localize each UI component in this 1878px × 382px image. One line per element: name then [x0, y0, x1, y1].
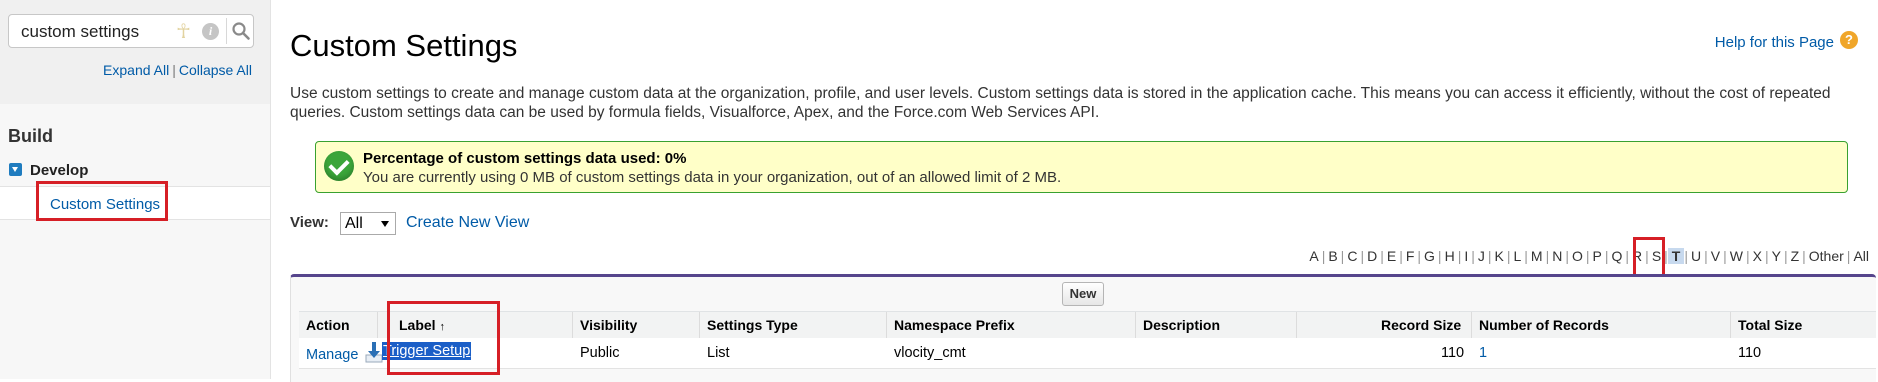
- alphabet-filter-w[interactable]: W: [1727, 248, 1746, 264]
- alphabet-filter-k[interactable]: K: [1492, 248, 1507, 264]
- quick-find-input[interactable]: [19, 20, 173, 44]
- trigger-setup-label[interactable]: Trigger Setup: [382, 342, 472, 360]
- quick-find-box: ☥ i: [8, 14, 254, 48]
- alphabet-filter-g[interactable]: G: [1421, 248, 1438, 264]
- alphabet-filter-other[interactable]: Other: [1806, 248, 1847, 264]
- dropdown-arrow-icon: [381, 221, 389, 227]
- total-size-cell: 110: [1738, 345, 1762, 361]
- column-divider: [1296, 312, 1297, 338]
- pin-icon[interactable]: ☥: [176, 19, 191, 44]
- view-select-value: All: [345, 215, 363, 232]
- help-icon[interactable]: ?: [1840, 31, 1858, 49]
- alphabet-filter-b[interactable]: B: [1325, 248, 1340, 264]
- view-label: View:: [290, 214, 329, 231]
- sidebar-item-custom-settings[interactable]: Custom Settings: [0, 186, 270, 220]
- develop-label: Develop: [30, 162, 89, 179]
- col-header-num-records[interactable]: Number of Records: [1479, 317, 1609, 333]
- alphabet-filter-c[interactable]: C: [1344, 248, 1360, 264]
- col-header-namespace[interactable]: Namespace Prefix: [894, 317, 1015, 333]
- usage-title: Percentage of custom settings data used:…: [363, 150, 687, 167]
- usage-message: Percentage of custom settings data used:…: [315, 141, 1848, 193]
- alphabet-filter-d[interactable]: D: [1364, 248, 1380, 264]
- col-header-record-size[interactable]: Record Size: [1381, 317, 1461, 333]
- alphabet-separator: |: [1585, 248, 1590, 264]
- alphabet-separator: |: [1487, 248, 1492, 264]
- col-header-settings-type[interactable]: Settings Type: [707, 317, 798, 333]
- alphabet-filter-m[interactable]: M: [1528, 248, 1546, 264]
- namespace-cell: vlocity_cmt: [894, 345, 966, 361]
- col-header-description[interactable]: Description: [1143, 317, 1220, 333]
- record-size-cell: 110: [1441, 345, 1465, 361]
- column-divider: [886, 312, 887, 338]
- alphabet-filter-t[interactable]: T: [1667, 248, 1685, 264]
- alphabet-filter-n[interactable]: N: [1549, 248, 1565, 264]
- collapse-toggle-icon[interactable]: [9, 163, 22, 176]
- label-header-text: Label: [399, 317, 436, 333]
- visibility-cell: Public: [580, 345, 620, 361]
- new-button[interactable]: New: [1062, 282, 1104, 306]
- label-cell[interactable]: Trigger Setup: [382, 342, 472, 360]
- manage-link[interactable]: Manage: [306, 347, 358, 363]
- develop-node[interactable]: Develop: [9, 162, 88, 179]
- alphabet-filter-s[interactable]: S: [1649, 248, 1664, 264]
- table-row: Manage Trigger Setup Public List vlocity…: [299, 338, 1876, 369]
- alphabet-filter-v[interactable]: V: [1708, 248, 1723, 264]
- help-link[interactable]: Help for this Page: [1715, 34, 1834, 51]
- col-header-visibility[interactable]: Visibility: [580, 317, 637, 333]
- create-new-view-link[interactable]: Create New View: [406, 214, 529, 232]
- alphabet-separator: |: [1604, 248, 1609, 264]
- col-header-label[interactable]: Label ↑: [399, 317, 445, 333]
- custom-settings-list: New Action Label ↑ Visibility Settings T…: [290, 274, 1876, 382]
- column-divider: [377, 312, 378, 338]
- column-divider: [699, 312, 700, 338]
- search-divider: [226, 18, 227, 44]
- page-title: Custom Settings: [290, 28, 518, 63]
- alphabet-filter: A | B | C | D | E | F | G | H | I | J | K | L | M | N | O | P | Q | R | S | T |…: [1306, 248, 1872, 264]
- alphabet-filter-u[interactable]: U: [1688, 248, 1704, 264]
- alphabet-filter-p[interactable]: P: [1590, 248, 1605, 264]
- search-icon[interactable]: [231, 21, 251, 41]
- alphabet-filter-q[interactable]: Q: [1609, 248, 1626, 264]
- collapse-all-link[interactable]: Collapse All: [179, 62, 252, 78]
- alphabet-filter-f[interactable]: F: [1403, 248, 1418, 264]
- col-header-action: Action: [306, 317, 350, 333]
- sort-asc-icon: ↑: [439, 321, 445, 333]
- page-description: Use custom settings to create and manage…: [290, 85, 1831, 121]
- col-header-total-size[interactable]: Total Size: [1738, 317, 1802, 333]
- expand-all-link[interactable]: Expand All: [103, 62, 169, 78]
- alphabet-filter-e[interactable]: E: [1384, 248, 1399, 264]
- alphabet-filter-h[interactable]: H: [1442, 248, 1458, 264]
- column-divider: [1135, 312, 1136, 338]
- view-select[interactable]: All: [340, 212, 396, 235]
- link-separator: |: [172, 62, 176, 78]
- column-divider: [572, 312, 573, 338]
- alphabet-filter-l[interactable]: L: [1510, 248, 1524, 264]
- alphabet-filter-i[interactable]: I: [1461, 248, 1471, 264]
- alphabet-filter-a[interactable]: A: [1306, 248, 1321, 264]
- alphabet-filter-x[interactable]: X: [1750, 248, 1765, 264]
- table-header-row: Action Label ↑ Visibility Settings Type …: [299, 311, 1876, 339]
- alphabet-filter-z[interactable]: Z: [1788, 248, 1803, 264]
- download-icon[interactable]: [365, 341, 383, 363]
- alphabet-filter-o[interactable]: O: [1569, 248, 1586, 264]
- column-divider: [1471, 312, 1472, 338]
- usage-text: You are currently using 0 MB of custom s…: [363, 169, 1062, 186]
- column-divider: [1730, 312, 1731, 338]
- alphabet-filter-y[interactable]: Y: [1769, 248, 1784, 264]
- alphabet-filter-j[interactable]: J: [1475, 248, 1488, 264]
- num-records-cell[interactable]: 1: [1479, 345, 1487, 361]
- check-circle-icon: [324, 151, 354, 181]
- info-icon[interactable]: i: [202, 23, 219, 40]
- alphabet-filter-all[interactable]: All: [1850, 248, 1872, 264]
- settings-type-cell: List: [707, 345, 730, 361]
- expand-collapse-links: Expand All | Collapse All: [103, 62, 252, 78]
- custom-settings-link[interactable]: Custom Settings: [50, 196, 160, 213]
- setup-sidebar: ☥ i Expand All|Collapse All Build Develo…: [0, 0, 271, 379]
- build-heading: Build: [8, 126, 53, 146]
- alphabet-filter-r[interactable]: R: [1629, 248, 1645, 264]
